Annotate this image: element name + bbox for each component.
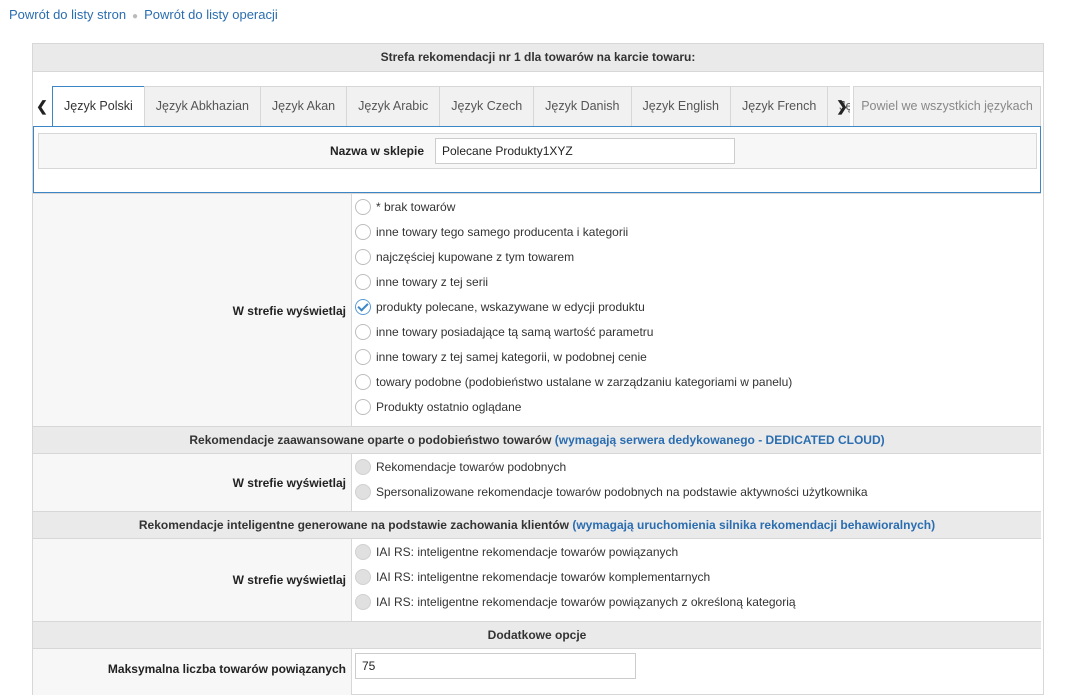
recommendation-zone-panel: Strefa rekomendacji nr 1 dla towarów na … <box>32 43 1044 695</box>
advanced-option-1: Rekomendacje towarów podobnych <box>355 457 566 477</box>
radio-icon[interactable] <box>355 373 371 390</box>
extra-options-header: Dodatkowe opcje <box>33 621 1041 648</box>
advanced-options-row: W strefie wyświetlaj Rekomendacje towaró… <box>33 453 1041 511</box>
display-option-6[interactable]: inne towary posiadające tą samą wartość … <box>355 322 653 342</box>
tab-jezyk-danish[interactable]: Język Danish <box>533 86 632 126</box>
intelligent-section-title: Rekomendacje inteligentne generowane na … <box>138 518 569 532</box>
radio-icon[interactable] <box>355 198 371 215</box>
radio-icon[interactable] <box>355 248 371 265</box>
advanced-section-note: (wymagają serwera dedykowanego - DEDICAT… <box>554 433 885 447</box>
radio-icon[interactable] <box>355 398 371 415</box>
option-label: Rekomendacje towarów podobnych <box>376 460 567 474</box>
intelligent-label-cell: W strefie wyświetlaj <box>33 539 352 621</box>
tab-jezyk-czech[interactable]: Język Czech <box>439 86 535 126</box>
radio-disabled-icon <box>355 568 371 585</box>
display-option-2[interactable]: inne towary tego samego producenta i kat… <box>355 222 628 242</box>
tab-jezyk-arabic[interactable]: Język Arabic <box>346 86 441 126</box>
radio-disabled-icon <box>355 483 371 500</box>
shop-name-input[interactable] <box>435 138 735 164</box>
tab-jezyk-english[interactable]: Język English <box>630 86 731 126</box>
display-option-1[interactable]: * brak towarów <box>355 197 455 217</box>
chevron-left-icon[interactable]: ❮ <box>33 86 51 126</box>
radio-disabled-icon <box>355 458 371 475</box>
advanced-label-cell: W strefie wyświetlaj <box>33 454 352 511</box>
option-label: produkty polecane, wskazywane w edycji p… <box>376 300 645 314</box>
tab-jezyk-akan[interactable]: Język Akan <box>259 86 348 126</box>
option-label: IAI RS: inteligentne rekomendacje towaró… <box>376 545 679 559</box>
option-label: IAI RS: inteligentne rekomendacje towaró… <box>376 595 796 609</box>
display-label: W strefie wyświetlaj <box>232 303 346 318</box>
intelligent-section-note: (wymagają uruchomienia silnika rekomenda… <box>572 518 936 532</box>
option-label: inne towary z tej serii <box>376 275 489 289</box>
option-label: towary podobne (podobieństwo ustalane w … <box>376 375 793 389</box>
intelligent-label: W strefie wyświetlaj <box>232 573 346 587</box>
display-option-4[interactable]: inne towary z tej serii <box>355 272 488 292</box>
max-related-label: Maksymalna liczba towarów powiązanych <box>107 662 346 676</box>
advanced-label: W strefie wyświetlaj <box>232 475 346 490</box>
option-label: IAI RS: inteligentne rekomendacje towaró… <box>376 570 711 584</box>
breadcrumb: Powrót do listy stron ● Powrót do listy op… <box>9 7 278 22</box>
back-to-operations-link[interactable]: Powrót do listy operacji <box>144 7 278 22</box>
panel-title: Strefa rekomendacji nr 1 dla towarów na … <box>33 44 1043 72</box>
radio-icon[interactable] <box>355 348 371 365</box>
advanced-option-2: Spersonalizowane rekomendacje towarów po… <box>355 482 868 502</box>
option-label: Spersonalizowane rekomendacje towarów po… <box>376 485 868 499</box>
display-option-3[interactable]: najczęściej kupowane z tym towarem <box>355 247 574 267</box>
display-label-cell: W strefie wyświetlaj <box>33 194 352 427</box>
intelligent-section-header: Rekomendacje inteligentne generowane na … <box>33 511 1041 538</box>
radio-disabled-icon <box>355 543 371 560</box>
intelligent-option-3: IAI RS: inteligentne rekomendacje towaró… <box>355 592 796 612</box>
display-option-9[interactable]: Produkty ostatnio oglądane <box>355 397 521 417</box>
back-to-pages-link[interactable]: Powrót do listy stron <box>9 7 126 22</box>
breadcrumb-separator: ● <box>132 11 139 22</box>
radio-disabled-icon <box>355 593 371 610</box>
option-label: inne towary tego samego producenta i kat… <box>376 225 629 239</box>
max-related-label-cell: Maksymalna liczba towarów powiązanych <box>33 649 352 695</box>
advanced-section-header: Rekomendacje zaawansowane oparte o podob… <box>33 426 1041 453</box>
language-tabs: ❮ Język Polski Język Abkhazian Język Akan J… <box>33 86 1041 127</box>
tab-jezyk-abkhazian[interactable]: Język Abkhazian <box>143 86 261 126</box>
option-label: inne towary posiadające tą samą wartość … <box>376 325 654 339</box>
tab-jezyk-french[interactable]: Język French <box>729 86 829 126</box>
option-label: * brak towarów <box>376 200 456 214</box>
intelligent-option-2: IAI RS: inteligentne rekomendacje towaró… <box>355 567 710 587</box>
shop-name-row: Nazwa w sklepie <box>38 133 1037 169</box>
display-options-row: W strefie wyświetlaj * brak towarów inne… <box>33 193 1041 427</box>
advanced-section-title: Rekomendacje zaawansowane oparte o podob… <box>189 433 552 447</box>
radio-icon[interactable] <box>355 323 371 340</box>
option-label: najczęściej kupowane z tym towarem <box>376 250 575 264</box>
display-option-7[interactable]: inne towary z tej samej kategorii, w pod… <box>355 347 647 367</box>
extra-options-title: Dodatkowe opcje <box>487 628 587 642</box>
option-label: inne towary z tej samej kategorii, w pod… <box>376 350 647 364</box>
radio-checked-icon[interactable] <box>355 298 371 315</box>
chevron-right-icon[interactable]: ❯ <box>833 86 851 126</box>
intelligent-options-row: W strefie wyświetlaj IAI RS: inteligentn… <box>33 538 1041 621</box>
max-related-row: Maksymalna liczba towarów powiązanych <box>33 648 1041 695</box>
max-related-input[interactable] <box>355 653 636 679</box>
radio-icon[interactable] <box>355 273 371 290</box>
repeat-all-languages-tab[interactable]: Powiel we wszystkich językach <box>853 86 1041 126</box>
tab-jezyk-polski[interactable]: Język Polski <box>52 86 145 126</box>
radio-icon[interactable] <box>355 223 371 240</box>
shop-name-label: Nazwa w sklepie <box>329 144 424 158</box>
intelligent-option-1: IAI RS: inteligentne rekomendacje towaró… <box>355 542 678 562</box>
shop-name-box: Nazwa w sklepie <box>33 126 1041 193</box>
display-option-5[interactable]: produkty polecane, wskazywane w edycji p… <box>355 297 645 317</box>
language-tab-strip: Język Polski Język Abkhazian Język Akan Jęz… <box>52 86 850 126</box>
option-label: Produkty ostatnio oglądane <box>376 400 522 414</box>
display-option-8[interactable]: towary podobne (podobieństwo ustalane w … <box>355 372 792 392</box>
